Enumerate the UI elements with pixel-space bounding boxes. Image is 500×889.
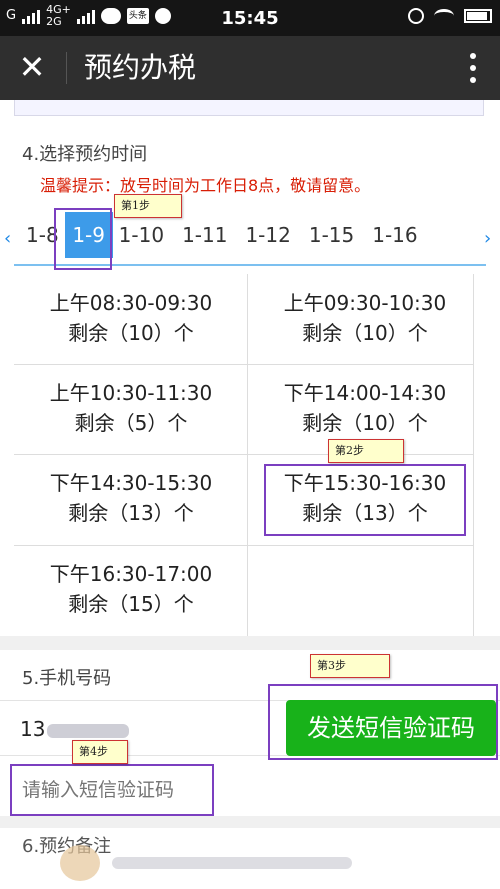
slot-time: 下午14:30-15:30 (49, 471, 213, 495)
step4-highlight-box (10, 764, 214, 816)
redacted-text (112, 857, 352, 869)
slot-remain: 剩余（10）个 (302, 321, 428, 345)
date-tab[interactable]: 1-12 (233, 212, 296, 258)
step3-highlight-box (268, 684, 498, 760)
phone-number: 13 (20, 717, 130, 741)
time-slot[interactable]: 上午08:30-09:30 剩余（10）个 (14, 274, 248, 364)
time-slot[interactable]: 下午16:30-17:00 剩余（15）个 (14, 545, 248, 635)
step3-tag: 第3步 (310, 654, 390, 678)
step2-highlight-box (264, 464, 466, 536)
slot-time: 下午16:30-17:00 (49, 562, 213, 586)
phone-prefix: 13 (20, 717, 46, 741)
date-next-arrow[interactable]: › (484, 228, 491, 249)
slot-remain: 剩余（15）个 (68, 592, 194, 616)
date-tab[interactable]: 1-15 (297, 212, 360, 258)
warm-tip: 温馨提示：放号时间为工作日8点，敬请留意。 (40, 176, 371, 195)
phone-redacted (47, 723, 130, 738)
step1-tag: 第1步 (114, 194, 182, 218)
step2-tag: 第2步 (328, 439, 404, 463)
appbar-divider (66, 52, 67, 84)
battery-icon (464, 9, 492, 23)
slot-remain: 剩余（13）个 (68, 501, 194, 525)
slot-remain: 剩余（10）个 (68, 321, 194, 345)
date-tab[interactable]: 1-16 (360, 212, 423, 258)
app-bar: ✕ 预约办税 (0, 36, 500, 100)
slot-time: 上午10:30-11:30 (49, 381, 213, 405)
avatar (60, 845, 100, 881)
page-title: 预约办税 (84, 51, 197, 84)
date-tab[interactable]: 1-11 (170, 212, 233, 258)
slot-remain: 剩余（5）个 (74, 411, 188, 435)
section-separator (0, 636, 500, 650)
more-vertical-icon[interactable] (466, 50, 480, 86)
close-button[interactable]: ✕ (14, 50, 50, 86)
status-right (408, 8, 492, 24)
previous-section-edge (14, 100, 484, 116)
date-prev-arrow[interactable]: ‹ (4, 228, 11, 249)
time-slot[interactable]: 下午14:30-15:30 剩余（13）个 (14, 454, 248, 544)
slot-time: 上午09:30-10:30 (283, 291, 447, 315)
alarm-icon (408, 8, 424, 24)
time-slot[interactable]: 上午09:30-10:30 剩余（10）个 (248, 274, 482, 364)
wifi-icon (434, 9, 454, 23)
footer-redacted (60, 845, 360, 881)
slot-remain: 剩余（10）个 (302, 411, 428, 435)
section-separator (0, 816, 500, 828)
time-slot-grid: 上午08:30-09:30 剩余（10）个 上午09:30-10:30 剩余（1… (14, 274, 474, 636)
slot-time: 上午08:30-09:30 (49, 291, 213, 315)
time-slot[interactable]: 上午10:30-11:30 剩余（5）个 (14, 364, 248, 454)
slot-time: 下午14:00-14:30 (283, 381, 447, 405)
section-title-phone: 5.手机号码 (22, 668, 112, 689)
section-title-time: 4.选择预约时间 (22, 144, 148, 165)
date-tab[interactable]: 1-10 (113, 212, 170, 258)
step1-highlight-box (54, 208, 112, 270)
step4-tag: 第4步 (72, 740, 128, 764)
status-bar: G 4G+ 2G 头条 15:45 (0, 0, 500, 36)
